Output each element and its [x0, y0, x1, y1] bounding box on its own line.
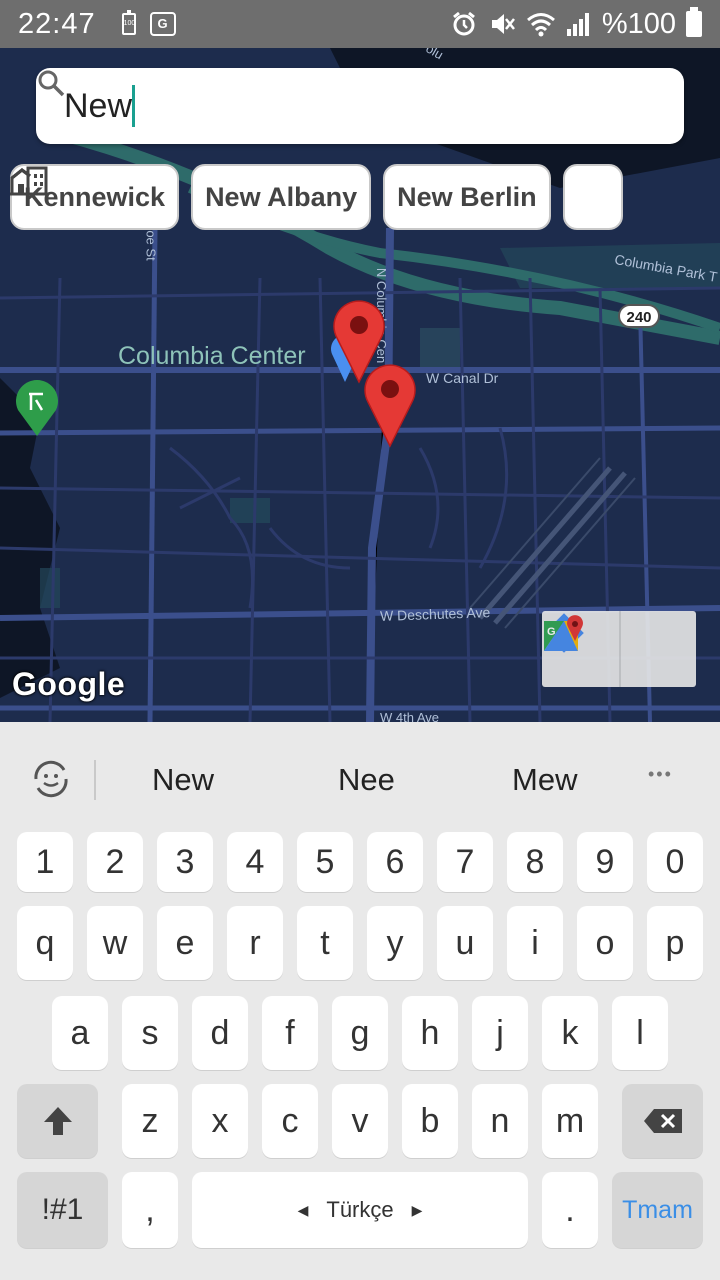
key-l[interactable]: l — [612, 996, 668, 1070]
mute-icon — [488, 10, 516, 38]
chip-new-berlin[interactable]: New Berlin — [10, 164, 551, 230]
divider — [94, 760, 96, 800]
key-0[interactable]: 0 — [647, 832, 703, 892]
battery-saver-icon: 100 — [121, 10, 136, 35]
key-n[interactable]: n — [472, 1084, 528, 1158]
google-logo: Google — [12, 666, 126, 702]
space-key[interactable]: ◀ Türkçe ▶ — [192, 1172, 528, 1248]
key-f[interactable]: f — [262, 996, 318, 1070]
emoji-refresh-icon[interactable] — [28, 756, 74, 802]
key-9[interactable]: 9 — [577, 832, 633, 892]
key-k[interactable]: k — [542, 996, 598, 1070]
chip-partial[interactable] — [10, 164, 623, 230]
wifi-icon — [526, 11, 556, 37]
space-label: Türkçe — [326, 1197, 394, 1222]
battery-icon — [686, 7, 702, 37]
golf-marker-icon[interactable] — [14, 380, 60, 438]
suggestion-1[interactable]: New — [152, 762, 214, 798]
backspace-icon — [643, 1109, 682, 1133]
shift-icon — [43, 1107, 72, 1135]
suggestion-bar: New Nee Mew ••• — [0, 722, 720, 822]
translate-icon: G — [149, 12, 176, 36]
comma-key[interactable]: , — [122, 1172, 178, 1248]
key-y[interactable]: y — [367, 906, 423, 980]
suggestion-chips: Kennewick New Albany New Berlin — [10, 164, 623, 230]
text-caret — [132, 85, 136, 127]
language-left-icon: ◀ — [297, 1201, 309, 1218]
road-label-canal: W Canal Dr — [426, 370, 499, 386]
key-6[interactable]: 6 — [367, 832, 423, 892]
svg-text:G: G — [547, 626, 556, 638]
symbols-key[interactable]: !#1 — [17, 1172, 108, 1248]
key-i[interactable]: i — [507, 906, 563, 980]
shift-key[interactable] — [17, 1084, 98, 1158]
key-7[interactable]: 7 — [437, 832, 493, 892]
done-key[interactable]: Tmam — [612, 1172, 703, 1248]
key-j[interactable]: j — [472, 996, 528, 1070]
search-icon — [38, 70, 65, 97]
place-label: Columbia Center — [118, 342, 306, 370]
keyboard: New Nee Mew ••• 1 2 3 4 5 6 7 8 9 0 q w … — [0, 722, 720, 1280]
status-icons: %100 — [450, 7, 702, 41]
key-u[interactable]: u — [437, 906, 493, 980]
road-label-st: oe St — [143, 230, 159, 261]
backspace-key[interactable] — [622, 1084, 703, 1158]
chip-new-albany[interactable]: New Albany — [10, 164, 372, 230]
key-3[interactable]: 3 — [157, 832, 213, 892]
map-toolbar: G — [542, 611, 696, 687]
key-p[interactable]: p — [647, 906, 703, 980]
open-google-maps-button[interactable]: G — [544, 611, 696, 687]
key-d[interactable]: d — [192, 996, 248, 1070]
period-key[interactable]: . — [542, 1172, 598, 1248]
key-v[interactable]: v — [332, 1084, 388, 1158]
signal-icon — [566, 11, 592, 37]
key-4[interactable]: 4 — [227, 832, 283, 892]
key-h[interactable]: h — [402, 996, 458, 1070]
key-o[interactable]: o — [577, 906, 633, 980]
alarm-icon — [450, 10, 478, 38]
status-time: 22:47 — [18, 7, 96, 40]
search-input[interactable]: New — [64, 87, 132, 126]
road-label-4th: W 4th Ave — [380, 710, 440, 722]
key-r[interactable]: r — [227, 906, 283, 980]
battery-percent: %100 — [601, 7, 676, 40]
key-8[interactable]: 8 — [507, 832, 563, 892]
key-z[interactable]: z — [122, 1084, 178, 1158]
google-maps-icon: G — [544, 615, 583, 651]
key-x[interactable]: x — [192, 1084, 248, 1158]
suggestion-3[interactable]: Mew — [512, 762, 577, 798]
key-e[interactable]: e — [157, 906, 213, 980]
key-g[interactable]: g — [332, 996, 388, 1070]
map-view[interactable]: Columbia Center Columbia Park T W Canal … — [0, 48, 720, 722]
chip-label: New Berlin — [397, 181, 537, 212]
search-bar[interactable]: New — [36, 68, 684, 144]
highway-shield: 240 — [618, 304, 660, 328]
red-marker-2-icon[interactable] — [363, 362, 417, 448]
key-m[interactable]: m — [542, 1084, 598, 1158]
key-a[interactable]: a — [52, 996, 108, 1070]
language-right-icon: ▶ — [411, 1201, 423, 1218]
key-t[interactable]: t — [297, 906, 353, 980]
key-s[interactable]: s — [122, 996, 178, 1070]
more-suggestions-button[interactable]: ••• — [648, 764, 673, 785]
key-w[interactable]: w — [87, 906, 143, 980]
key-5[interactable]: 5 — [297, 832, 353, 892]
key-q[interactable]: q — [17, 906, 73, 980]
status-bar: 22:47 100 G %100 — [0, 0, 720, 48]
suggestion-2[interactable]: Nee — [338, 762, 395, 798]
key-b[interactable]: b — [402, 1084, 458, 1158]
key-c[interactable]: c — [262, 1084, 318, 1158]
chip-label: New Albany — [205, 181, 358, 212]
key-1[interactable]: 1 — [17, 832, 73, 892]
key-2[interactable]: 2 — [87, 832, 143, 892]
